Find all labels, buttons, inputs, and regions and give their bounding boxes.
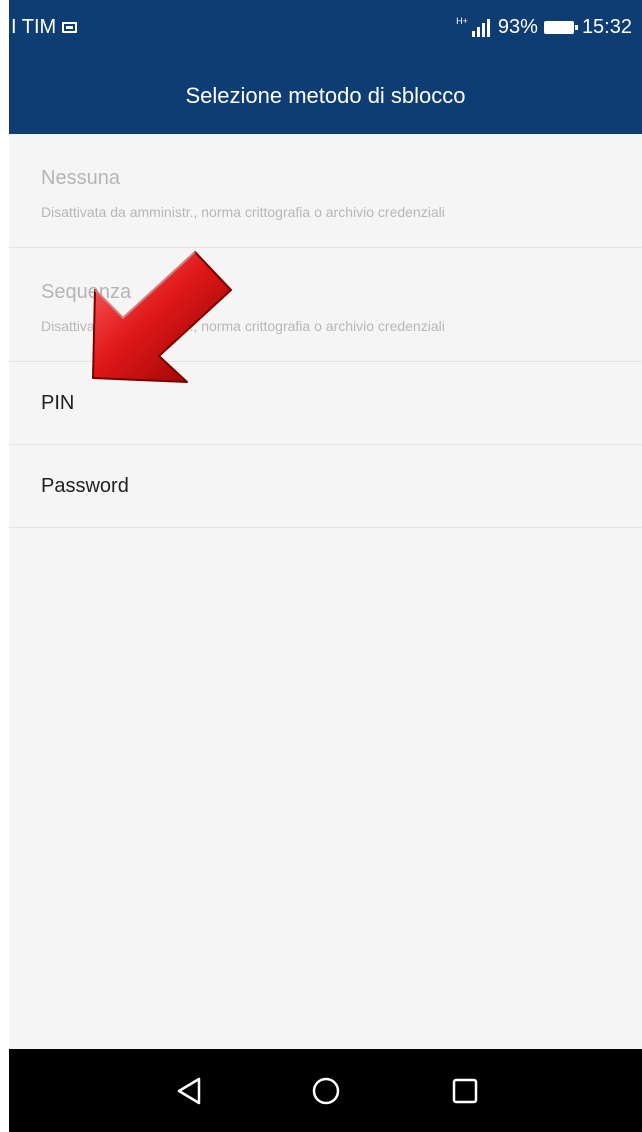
battery-percent: 93% [497,16,538,38]
option-label: Nessuna [41,167,120,189]
option-label: Sequenza [41,281,132,303]
app-bar: Selezione metodo di sblocco [9,58,642,134]
home-icon [312,1077,340,1105]
option-sequenza[interactable]: Sequenza Disattivata da amministr., norm… [9,248,642,362]
clock: 15:32 [581,16,632,38]
status-left: I TIM [11,16,78,39]
option-password[interactable]: Password [9,445,642,528]
status-right: H+ 93% 15:32 [456,16,632,39]
recents-button[interactable] [445,1071,485,1111]
battery-icon [543,21,578,34]
network-type: H+ [456,16,468,26]
navigation-bar [9,1049,642,1132]
home-button[interactable] [306,1071,346,1111]
option-summary: Disattivata da amministr., norma crittog… [41,318,445,334]
back-button[interactable] [169,1071,209,1111]
unlock-method-list: Nessuna Disattivata da amministr., norma… [9,134,642,528]
signal-icon [470,18,490,37]
status-bar: I TIM H+ 93% 15:32 [9,0,642,58]
option-pin[interactable]: PIN [9,362,642,445]
option-label: Password [41,475,129,497]
back-icon [177,1077,201,1105]
page-title: Selezione metodo di sblocco [185,83,466,108]
recents-icon [452,1078,478,1104]
option-nessuna[interactable]: Nessuna Disattivata da amministr., norma… [9,134,642,248]
option-summary: Disattivata da amministr., norma crittog… [41,204,445,220]
carrier-name: I TIM [11,16,57,38]
message-icon [62,22,78,33]
screen: I TIM H+ 93% 15:32 Selezione metodo di s… [9,0,642,1132]
option-label: PIN [41,392,75,414]
